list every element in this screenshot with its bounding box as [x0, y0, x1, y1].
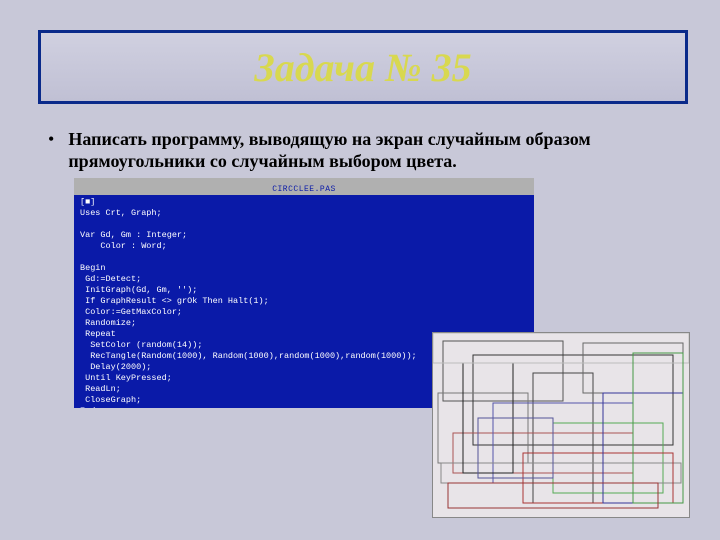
title-text: Задача № 35	[254, 44, 471, 91]
title-box: Задача № 35	[38, 30, 688, 104]
output-screenshot	[432, 332, 690, 518]
code-ide-topbar	[74, 178, 534, 185]
code-file-title: CIRCCLEE.PAS	[74, 185, 534, 195]
bullet-row: • Написать программу, выводящую на экран…	[48, 128, 678, 172]
rectangles-svg	[433, 333, 689, 517]
bullet-text: Написать программу, выводящую на экран с…	[68, 128, 678, 172]
bullet-dot: •	[48, 128, 54, 150]
